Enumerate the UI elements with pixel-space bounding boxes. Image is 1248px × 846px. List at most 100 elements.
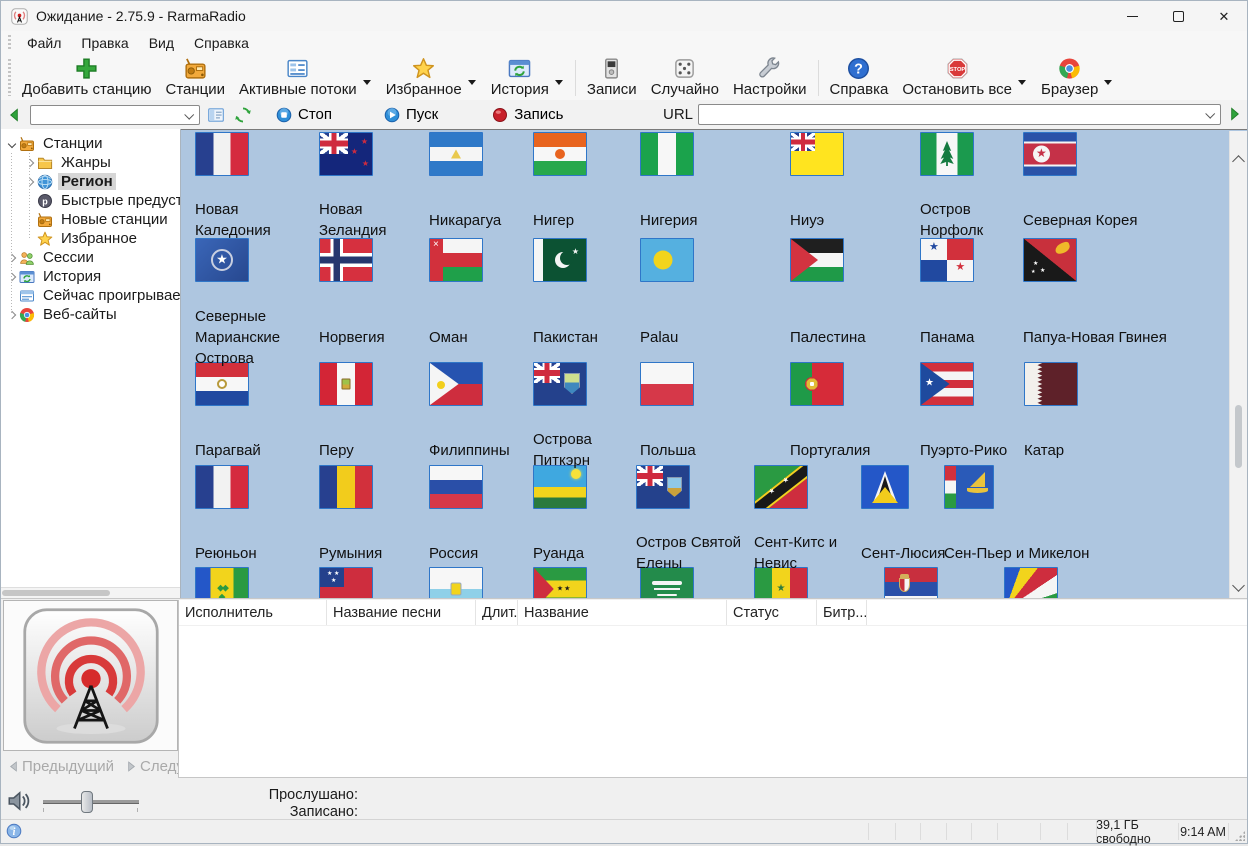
column-header-5[interactable]: Битр... xyxy=(817,600,867,625)
flag-tile-palestine[interactable]: Палестина xyxy=(790,238,920,370)
chevron-collapsed-icon[interactable] xyxy=(23,160,37,166)
flag-tile-puerto-rico[interactable]: ★Пуэрто-Рико xyxy=(920,362,1024,472)
flag-tile-portugal[interactable]: Португалия xyxy=(790,362,920,472)
dropdown-caret-icon[interactable] xyxy=(1018,80,1026,89)
flag-tile-st-lucia[interactable]: Сент-Люсия xyxy=(861,465,944,575)
menu-item-menu-edit[interactable]: Правка xyxy=(71,33,138,53)
flag-tile-n-mariana[interactable]: ★СеверныеМарианскиеОстрова xyxy=(195,238,319,370)
column-header-2[interactable]: Длит... xyxy=(476,600,518,625)
scroll-up-icon[interactable] xyxy=(1232,155,1245,168)
toolbar-button-history[interactable]: История xyxy=(484,57,571,99)
flag-tile-paraguay[interactable]: Парагвай xyxy=(195,362,319,472)
dropdown-caret-icon[interactable] xyxy=(555,80,563,89)
flag-tile-philippines[interactable]: Филиппины xyxy=(429,362,533,472)
flag-tile-oman[interactable]: ×Оман xyxy=(429,238,533,370)
volume-thumb[interactable] xyxy=(81,791,93,813)
previous-button[interactable]: Предыдущий xyxy=(7,758,114,775)
sidebar-item-new-stations[interactable]: Новые станции xyxy=(1,210,180,229)
url-combobox[interactable] xyxy=(698,104,1221,125)
column-header-0[interactable]: Исполнитель xyxy=(179,600,327,625)
flag-tile-st-pierre[interactable]: Сен-Пьер и Микелон xyxy=(944,465,1134,575)
flag-tile-png[interactable]: ★★★Папуа-Новая Гвинея xyxy=(1023,238,1183,370)
menu-item-menu-help[interactable]: Справка xyxy=(184,33,259,53)
sidebar-item-favorites[interactable]: Избранное xyxy=(1,229,180,248)
dropdown-caret-icon[interactable] xyxy=(363,80,371,89)
play-button[interactable]: Пуск xyxy=(384,106,438,123)
toolbar-label-active-streams: Активные потоки xyxy=(239,81,357,98)
flag-tile-rwanda[interactable]: Руанда xyxy=(533,465,636,575)
scrollbar-thumb[interactable] xyxy=(1235,405,1242,468)
station-logo xyxy=(3,600,178,751)
flag-tile-palau[interactable]: Palau xyxy=(640,238,790,370)
flag-tile-romania[interactable]: Румыния xyxy=(319,465,429,575)
chevron-collapsed-icon[interactable] xyxy=(23,179,37,185)
stop-button[interactable]: Стоп xyxy=(276,106,332,123)
dropdown-caret-icon[interactable] xyxy=(1104,80,1112,89)
refresh-icon[interactable] xyxy=(234,106,252,124)
go-arrow-icon[interactable] xyxy=(1227,106,1242,122)
flag-tile-nicaragua[interactable]: Никарагуа xyxy=(429,132,533,242)
chevron-expanded-icon[interactable] xyxy=(5,141,19,147)
flag-tile-niue[interactable]: Ниуэ xyxy=(790,132,920,242)
menu-item-menu-file[interactable]: Файл xyxy=(17,33,71,53)
flag-tile-panama[interactable]: ★★Панама xyxy=(920,238,1023,370)
flag-tile-france[interactable]: Реюньон xyxy=(195,465,319,575)
column-header-1[interactable]: Название песни xyxy=(327,600,476,625)
column-header-4[interactable]: Статус xyxy=(727,600,817,625)
toolbar-button-help[interactable]: ?Справка xyxy=(823,57,896,99)
preview-icon[interactable] xyxy=(207,106,225,124)
toolbar-button-browser[interactable]: Браузер xyxy=(1034,57,1120,99)
toolbar-button-random[interactable]: Случайно xyxy=(644,57,726,99)
sidebar-horizontal-scrollbar[interactable] xyxy=(1,587,180,598)
vertical-scrollbar[interactable] xyxy=(1229,131,1247,598)
flag-tile-pitcairn[interactable]: ОстроваПиткэрн xyxy=(533,362,640,472)
flag-tile-new-zealand[interactable]: ★★★НоваяЗеландия xyxy=(319,132,429,242)
toolbar-button-stop-all[interactable]: STOPОстановить все xyxy=(895,57,1034,99)
back-arrow-icon[interactable] xyxy=(7,107,22,123)
chevron-collapsed-icon[interactable] xyxy=(5,255,19,261)
record-button[interactable]: Запись xyxy=(492,106,563,123)
sidebar-item-websites[interactable]: Веб-сайты xyxy=(1,305,180,324)
minimize-button[interactable] xyxy=(1109,1,1155,31)
scroll-down-icon[interactable] xyxy=(1232,579,1245,592)
flag-tile-france[interactable]: НоваяКаледония xyxy=(195,132,319,242)
flag-tile-peru[interactable]: Перу xyxy=(319,362,429,472)
chevron-collapsed-icon[interactable] xyxy=(5,312,19,318)
toolbar-button-records[interactable]: Записи xyxy=(580,57,644,99)
flag-tile-st-helena[interactable]: Остров СвятойЕлены xyxy=(636,465,754,575)
toolbar-button-add-station[interactable]: Добавить станцию xyxy=(15,57,159,99)
toolbar-button-stations[interactable]: Станции xyxy=(159,57,233,99)
flag-tile-pakistan[interactable]: ★Пакистан xyxy=(533,238,640,370)
flag-tile-niger[interactable]: Нигер xyxy=(533,132,640,242)
dropdown-caret-icon[interactable] xyxy=(468,80,476,89)
toolbar-button-favorites[interactable]: Избранное xyxy=(379,57,484,99)
toolbar-button-active-streams[interactable]: Активные потоки xyxy=(232,57,379,99)
sidebar-item-history[interactable]: История xyxy=(1,267,180,286)
flag-tile-nigeria[interactable]: Нигерия xyxy=(640,132,790,242)
flag-tile-norway[interactable]: Норвегия xyxy=(319,238,429,370)
menu-item-menu-view[interactable]: Вид xyxy=(139,33,184,53)
toolbar-button-settings[interactable]: Настройки xyxy=(726,57,814,99)
scrollbar-thumb[interactable] xyxy=(2,590,110,596)
menu-grip xyxy=(8,35,11,51)
sidebar-item-genres[interactable]: Жанры xyxy=(1,153,180,172)
sidebar-item-quick-presets[interactable]: pБыстрые предустановки xyxy=(1,191,180,210)
column-header-3[interactable]: Название xyxy=(518,600,727,625)
station-search-combobox[interactable] xyxy=(30,105,200,125)
sidebar-item-now-playing[interactable]: Сейчас проигрывается xyxy=(1,286,180,305)
sidebar-item-stations[interactable]: Станции xyxy=(1,134,180,153)
flag-tile-qatar[interactable]: Катар xyxy=(1024,362,1124,472)
chevron-collapsed-icon[interactable] xyxy=(5,274,19,280)
next-button[interactable]: Следующий xyxy=(125,758,179,775)
sidebar-item-sessions[interactable]: Сессии xyxy=(1,248,180,267)
flag-tile-poland[interactable]: Польша xyxy=(640,362,790,472)
flag-tile-norfolk[interactable]: ОстровНорфолк xyxy=(920,132,1023,242)
flag-tile-st-kitts[interactable]: ★★Сент-Китс иНевис xyxy=(754,465,861,575)
resize-grip[interactable] xyxy=(1235,831,1245,841)
flag-tile-north-korea[interactable]: ★Северная Корея xyxy=(1023,132,1173,242)
maximize-button[interactable] xyxy=(1155,1,1201,31)
sidebar-item-region[interactable]: Регион xyxy=(1,172,180,191)
close-button[interactable]: ✕ xyxy=(1201,1,1247,31)
speaker-icon[interactable] xyxy=(7,789,31,813)
flag-tile-russia[interactable]: Россия xyxy=(429,465,533,575)
